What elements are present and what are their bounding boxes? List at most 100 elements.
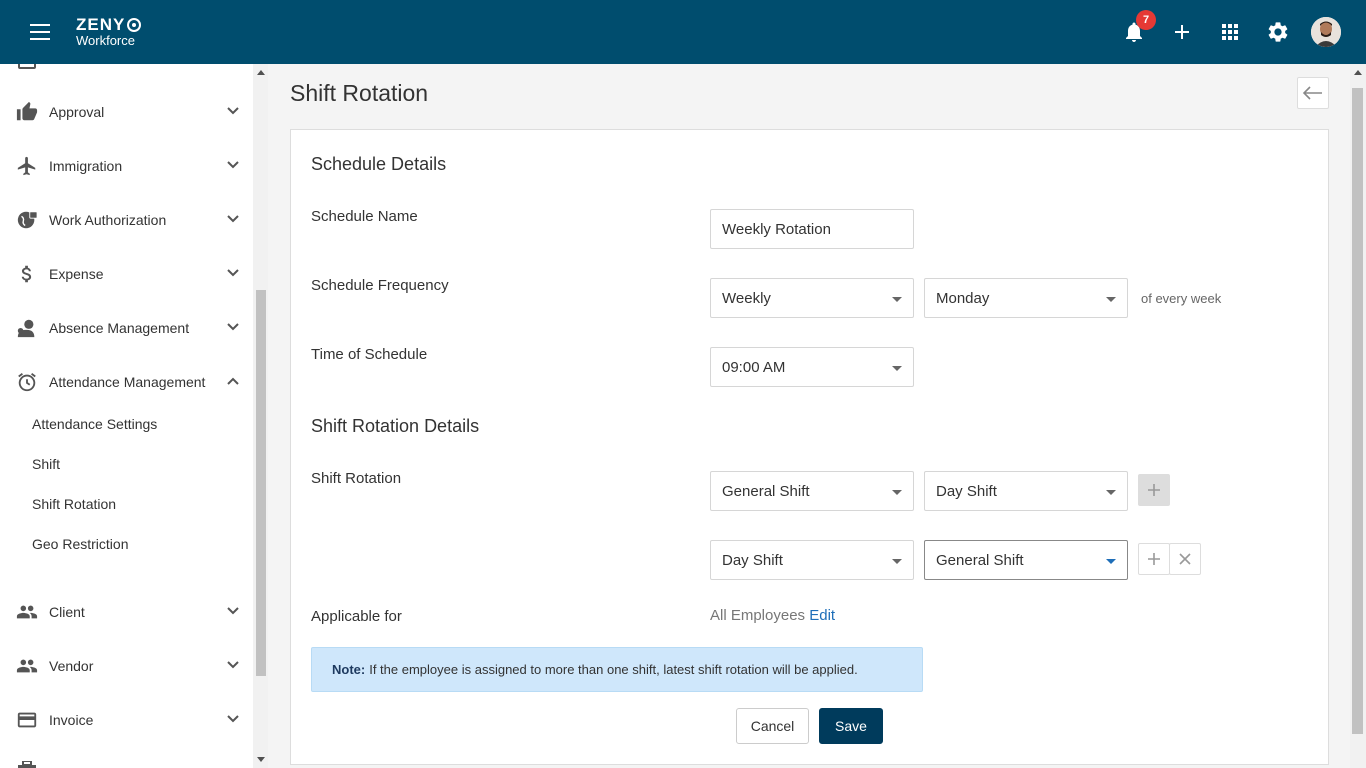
sidebar-item-label: Approval — [49, 104, 105, 120]
time-of-schedule-value: 09:00 AM — [722, 358, 786, 376]
sidebar-subitem-shift-rotation[interactable]: Shift Rotation — [32, 496, 116, 512]
rotation-row-1-to-select[interactable]: Day Shift — [924, 471, 1128, 511]
alarm-clock-icon — [18, 373, 36, 392]
note-prefix: Note: — [332, 662, 366, 677]
chevron-down-icon — [227, 323, 239, 331]
logo[interactable]: ZENY Workforce — [76, 15, 142, 48]
shift-rotation-label: Shift Rotation — [311, 470, 402, 487]
sidebar-item-invoice[interactable]: Invoice — [0, 700, 253, 740]
schedule-frequency-select[interactable]: Weekly — [710, 278, 914, 318]
add-rotation-row-2-button[interactable] — [1138, 543, 1170, 575]
rotation-row-2-from-value: Day Shift — [722, 551, 783, 569]
sidebar-item-expense[interactable]: Expense — [0, 254, 253, 294]
apps-grid-icon[interactable] — [1218, 20, 1242, 44]
add-icon[interactable] — [1170, 20, 1194, 44]
sidebar-item-vendor[interactable]: Vendor — [0, 646, 253, 686]
chevron-down-icon — [227, 269, 239, 277]
sidebar-subitem-shift[interactable]: Shift — [32, 456, 60, 472]
sidebar-item-immigration[interactable]: Immigration — [0, 146, 253, 186]
chevron-down-icon — [227, 107, 239, 115]
note-text: If the employee is assigned to more than… — [369, 662, 858, 677]
dropdown-caret-icon — [892, 366, 902, 371]
cancel-button[interactable]: Cancel — [736, 708, 809, 744]
rotation-row-1-from-value: General Shift — [722, 482, 810, 500]
rotation-row-2-from-select[interactable]: Day Shift — [710, 540, 914, 580]
save-button[interactable]: Save — [819, 708, 883, 744]
sidebar-item-label: Vendor — [49, 658, 94, 674]
sidebar-item-label: Invoice — [49, 712, 94, 728]
chevron-down-icon — [227, 607, 239, 615]
menu-icon[interactable] — [30, 24, 50, 40]
sidebar-item-label: Absence Management — [49, 320, 190, 336]
sidebar-scrollbar-thumb[interactable] — [256, 290, 266, 676]
logo-brand: ZENY — [76, 15, 126, 34]
chevron-down-icon — [227, 161, 239, 169]
sidebar-item-attendance-management[interactable]: Attendance Management — [0, 362, 253, 402]
remove-rotation-row-2-button[interactable] — [1169, 543, 1201, 575]
close-icon — [1179, 553, 1191, 565]
rotation-row-2-to-select[interactable]: General Shift — [924, 540, 1128, 580]
sidebar-item-label: Expense — [49, 266, 104, 282]
sidebar-subitem-geo-restriction[interactable]: Geo Restriction — [32, 536, 128, 552]
people-icon — [16, 659, 38, 673]
main-scrollbar[interactable] — [1350, 64, 1366, 768]
logo-mark-icon — [127, 17, 142, 32]
time-of-schedule-select[interactable]: 09:00 AM — [710, 347, 914, 387]
scroll-down-arrow-icon[interactable] — [257, 757, 265, 762]
top-bar: ZENY Workforce — [0, 0, 1366, 64]
sidebar-item-absence-management[interactable]: Absence Management — [0, 308, 253, 348]
plus-icon — [1148, 553, 1160, 565]
add-rotation-row-1-button[interactable] — [1138, 474, 1170, 506]
dropdown-caret-icon — [1106, 490, 1116, 495]
main-scrollbar-thumb[interactable] — [1352, 88, 1363, 734]
shift-rotation-details-title: Shift Rotation Details — [311, 416, 480, 436]
gear-icon[interactable] — [1266, 20, 1290, 44]
sidebar-item-approval[interactable]: Approval — [0, 92, 253, 132]
schedule-frequency-label: Schedule Frequency — [311, 277, 449, 294]
sidebar-item-work-authorization[interactable]: Work Authorization — [0, 200, 253, 240]
globe-lock-icon — [17, 211, 38, 229]
people-icon — [16, 605, 38, 619]
dropdown-caret-icon — [1106, 297, 1116, 302]
rotation-row-2-to-value: General Shift — [936, 551, 1024, 569]
chevron-down-icon — [227, 715, 239, 723]
chevron-up-icon — [227, 377, 239, 385]
sidebar-item-client[interactable]: Client — [0, 592, 253, 632]
sidebar-item-label: Immigration — [49, 158, 123, 174]
schedule-details-title: Schedule Details — [311, 154, 447, 174]
rotation-row-1-to-value: Day Shift — [936, 482, 997, 500]
scroll-up-arrow-icon[interactable] — [1354, 70, 1362, 75]
clipboard-icon — [18, 64, 36, 69]
schedule-name-input[interactable]: Weekly Rotation — [710, 209, 914, 249]
applicable-for-label: Applicable for — [311, 608, 402, 625]
edit-applicable-link[interactable]: Edit — [809, 607, 835, 624]
airplane-icon — [17, 156, 36, 176]
user-photo-icon — [1311, 17, 1341, 47]
thumbs-up-icon — [16, 101, 38, 121]
scroll-up-arrow-icon[interactable] — [257, 70, 265, 75]
user-avatar[interactable] — [1311, 17, 1341, 47]
schedule-day-select[interactable]: Monday — [924, 278, 1128, 318]
sidebar-item-label: Client — [49, 604, 85, 620]
arrow-left-icon — [1302, 86, 1322, 100]
rotation-row-1-from-select[interactable]: General Shift — [710, 471, 914, 511]
briefcase-icon — [18, 761, 36, 768]
person-icon — [17, 319, 35, 338]
schedule-name-label: Schedule Name — [311, 208, 418, 225]
info-note: Note: If the employee is assigned to mor… — [311, 647, 923, 692]
sidebar-item-label: Attendance Management — [49, 374, 206, 390]
dropdown-caret-icon — [1106, 559, 1116, 564]
sidebar: Approval Immigration Work Authorization … — [0, 64, 268, 768]
page-title: Shift Rotation — [290, 80, 429, 106]
time-of-schedule-label: Time of Schedule — [311, 346, 428, 363]
logo-subtitle: Workforce — [76, 33, 135, 48]
chevron-down-icon — [227, 661, 239, 669]
sidebar-subitem-attendance-settings[interactable]: Attendance Settings — [32, 416, 157, 432]
back-button[interactable] — [1297, 77, 1329, 109]
sidebar-scrollbar[interactable] — [253, 64, 268, 768]
frequency-suffix: of every week — [1141, 291, 1222, 306]
schedule-frequency-value: Weekly — [722, 289, 771, 307]
plus-icon — [1148, 484, 1160, 496]
schedule-day-value: Monday — [936, 289, 990, 307]
dropdown-caret-icon — [892, 559, 902, 564]
